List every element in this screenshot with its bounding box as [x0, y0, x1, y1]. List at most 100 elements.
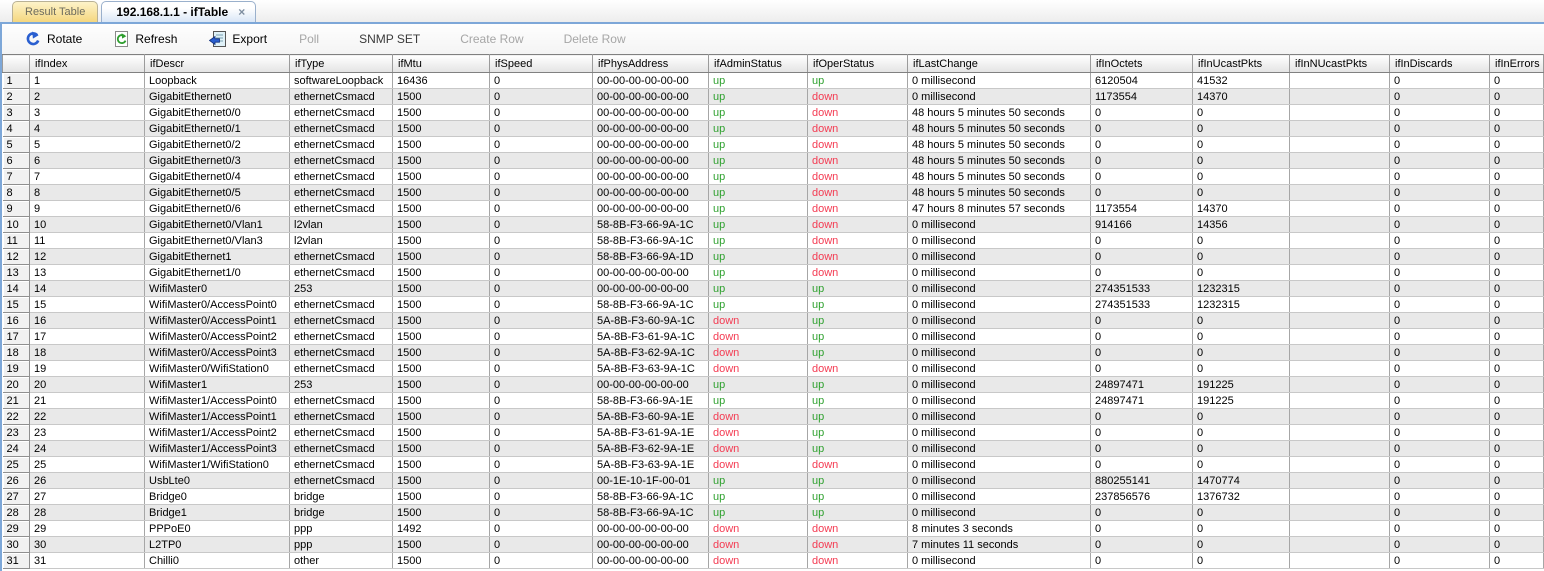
cell-ifOperStatus[interactable]: down	[807, 232, 908, 249]
row-number-cell[interactable]: 6	[2, 152, 30, 169]
cell-ifInDiscards[interactable]: 0	[1389, 72, 1490, 89]
table-row[interactable]: 21 21 WifiMaster1/AccessPoint0 ethernetCsma…	[2, 392, 1544, 409]
cell-ifLastChange[interactable]: 48 hours 5 minutes 50 seconds	[907, 168, 1091, 185]
cell-ifLastChange[interactable]: 0 millisecond	[907, 440, 1091, 457]
cell-ifDescr[interactable]: WifiMaster0/AccessPoint1	[144, 312, 290, 329]
cell-ifAdminStatus[interactable]: up	[708, 72, 808, 89]
cell-ifInOctets[interactable]: 24897471	[1090, 392, 1193, 409]
row-number-cell[interactable]: 8	[2, 184, 30, 201]
cell-ifInNUcastPkts[interactable]	[1289, 456, 1390, 473]
cell-ifInNUcastPkts[interactable]	[1289, 360, 1390, 377]
cell-ifIndex[interactable]: 10	[29, 216, 145, 233]
refresh-button[interactable]: Refresh	[114, 31, 177, 47]
cell-ifSpeed[interactable]: 0	[489, 104, 593, 121]
cell-ifOperStatus[interactable]: down	[807, 456, 908, 473]
cell-ifInDiscards[interactable]: 0	[1389, 312, 1490, 329]
cell-ifInOctets[interactable]: 1173554	[1090, 200, 1193, 217]
cell-ifInDiscards[interactable]: 0	[1389, 552, 1490, 569]
cell-ifLastChange[interactable]: 48 hours 5 minutes 50 seconds	[907, 120, 1091, 137]
cell-ifType[interactable]: bridge	[289, 488, 393, 505]
cell-ifOperStatus[interactable]: down	[807, 104, 908, 121]
table-row[interactable]: 29 29 PPPoE0 ppp 1492 0 00-00-00-00-00-00 down d…	[2, 520, 1544, 537]
cell-ifType[interactable]: ethernetCsmacd	[289, 104, 393, 121]
cell-ifIndex[interactable]: 20	[29, 376, 145, 393]
cell-ifInErrors[interactable]: 0	[1489, 120, 1544, 137]
cell-ifMtu[interactable]: 1500	[392, 504, 490, 521]
cell-ifIndex[interactable]: 6	[29, 152, 145, 169]
cell-ifLastChange[interactable]: 0 millisecond	[907, 488, 1091, 505]
cell-ifInUcastPkts[interactable]: 0	[1192, 504, 1290, 521]
table-row[interactable]: 19 19 WifiMaster0/WifiStation0 ethernetCsma…	[2, 360, 1544, 377]
cell-ifInUcastPkts[interactable]: 41532	[1192, 72, 1290, 89]
cell-ifInOctets[interactable]: 0	[1090, 360, 1193, 377]
cell-ifInErrors[interactable]: 0	[1489, 184, 1544, 201]
cell-ifAdminStatus[interactable]: up	[708, 296, 808, 313]
cell-ifLastChange[interactable]: 0 millisecond	[907, 344, 1091, 361]
cell-ifInDiscards[interactable]: 0	[1389, 456, 1490, 473]
cell-ifAdminStatus[interactable]: up	[708, 136, 808, 153]
cell-ifInUcastPkts[interactable]: 0	[1192, 120, 1290, 137]
cell-ifSpeed[interactable]: 0	[489, 376, 593, 393]
column-header-ifAdminStatus[interactable]: ifAdminStatus	[708, 54, 808, 73]
cell-ifOperStatus[interactable]: up	[807, 408, 908, 425]
cell-ifDescr[interactable]: GigabitEthernet0/0	[144, 104, 290, 121]
cell-ifLastChange[interactable]: 0 millisecond	[907, 232, 1091, 249]
cell-ifInUcastPkts[interactable]: 0	[1192, 168, 1290, 185]
cell-ifAdminStatus[interactable]: up	[708, 120, 808, 137]
cell-ifLastChange[interactable]: 0 millisecond	[907, 424, 1091, 441]
cell-ifInDiscards[interactable]: 0	[1389, 168, 1490, 185]
cell-ifDescr[interactable]: Loopback	[144, 72, 290, 89]
cell-ifPhysAddress[interactable]: 58-8B-F3-66-9A-1C	[592, 488, 709, 505]
cell-ifInDiscards[interactable]: 0	[1389, 216, 1490, 233]
column-header-ifInUcastPkts[interactable]: ifInUcastPkts	[1192, 54, 1290, 73]
cell-ifDescr[interactable]: GigabitEthernet0/5	[144, 184, 290, 201]
cell-ifLastChange[interactable]: 48 hours 5 minutes 50 seconds	[907, 152, 1091, 169]
cell-ifInDiscards[interactable]: 0	[1389, 88, 1490, 105]
cell-ifInDiscards[interactable]: 0	[1389, 232, 1490, 249]
cell-ifInOctets[interactable]: 0	[1090, 184, 1193, 201]
cell-ifDescr[interactable]: WifiMaster0	[144, 280, 290, 297]
export-button[interactable]: Export	[209, 31, 267, 47]
cell-ifMtu[interactable]: 1500	[392, 248, 490, 265]
cell-ifMtu[interactable]: 1500	[392, 88, 490, 105]
cell-ifInNUcastPkts[interactable]	[1289, 328, 1390, 345]
cell-ifOperStatus[interactable]: down	[807, 264, 908, 281]
cell-ifInDiscards[interactable]: 0	[1389, 104, 1490, 121]
cell-ifInDiscards[interactable]: 0	[1389, 472, 1490, 489]
cell-ifSpeed[interactable]: 0	[489, 280, 593, 297]
cell-ifOperStatus[interactable]: up	[807, 504, 908, 521]
cell-ifInUcastPkts[interactable]: 0	[1192, 520, 1290, 537]
cell-ifInErrors[interactable]: 0	[1489, 216, 1544, 233]
cell-ifOperStatus[interactable]: up	[807, 280, 908, 297]
row-number-cell[interactable]: 2	[2, 88, 30, 105]
row-number-cell[interactable]: 23	[2, 424, 30, 441]
cell-ifIndex[interactable]: 12	[29, 248, 145, 265]
cell-ifInUcastPkts[interactable]: 191225	[1192, 376, 1290, 393]
cell-ifInOctets[interactable]: 880255141	[1090, 472, 1193, 489]
row-number-cell[interactable]: 5	[2, 136, 30, 153]
cell-ifLastChange[interactable]: 0 millisecond	[907, 328, 1091, 345]
cell-ifPhysAddress[interactable]: 5A-8B-F3-63-9A-1E	[592, 456, 709, 473]
cell-ifInErrors[interactable]: 0	[1489, 88, 1544, 105]
cell-ifSpeed[interactable]: 0	[489, 216, 593, 233]
cell-ifType[interactable]: ethernetCsmacd	[289, 296, 393, 313]
cell-ifOperStatus[interactable]: down	[807, 360, 908, 377]
cell-ifType[interactable]: ethernetCsmacd	[289, 248, 393, 265]
cell-ifInUcastPkts[interactable]: 14370	[1192, 88, 1290, 105]
cell-ifInUcastPkts[interactable]: 0	[1192, 360, 1290, 377]
cell-ifMtu[interactable]: 1500	[392, 296, 490, 313]
cell-ifOperStatus[interactable]: down	[807, 168, 908, 185]
cell-ifInNUcastPkts[interactable]	[1289, 408, 1390, 425]
cell-ifMtu[interactable]: 1500	[392, 392, 490, 409]
row-number-cell[interactable]: 4	[2, 120, 30, 137]
cell-ifType[interactable]: ethernetCsmacd	[289, 264, 393, 281]
cell-ifMtu[interactable]: 1500	[392, 104, 490, 121]
cell-ifAdminStatus[interactable]: down	[708, 456, 808, 473]
cell-ifInErrors[interactable]: 0	[1489, 312, 1544, 329]
cell-ifInDiscards[interactable]: 0	[1389, 200, 1490, 217]
cell-ifOperStatus[interactable]: down	[807, 248, 908, 265]
cell-ifType[interactable]: ethernetCsmacd	[289, 200, 393, 217]
cell-ifPhysAddress[interactable]: 58-8B-F3-66-9A-1C	[592, 216, 709, 233]
cell-ifType[interactable]: ethernetCsmacd	[289, 136, 393, 153]
cell-ifInOctets[interactable]: 24897471	[1090, 376, 1193, 393]
